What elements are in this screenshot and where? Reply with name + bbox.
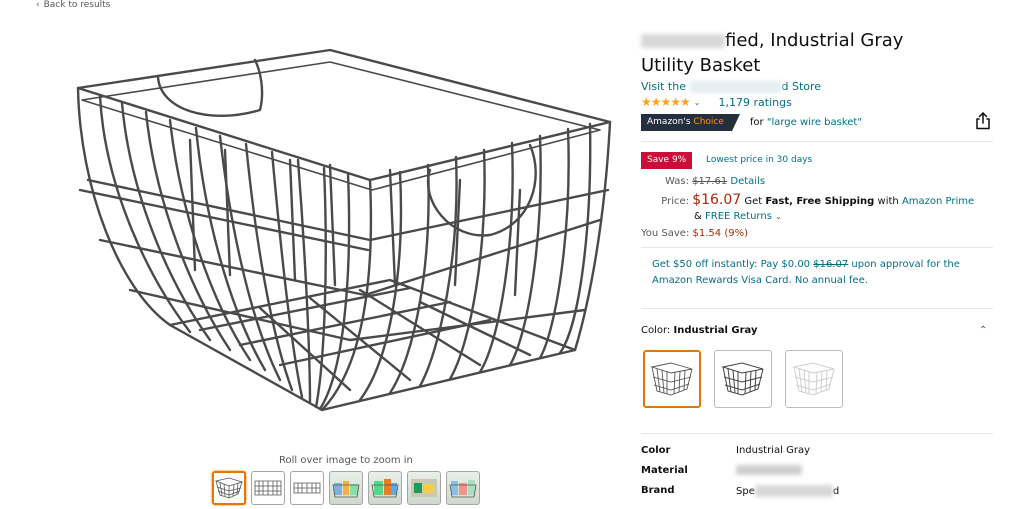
choice-for-label: for — [749, 117, 764, 128]
rating-row: ★★★★★ ⌄ 1,179 ratings — [641, 95, 792, 109]
chevron-down-icon[interactable]: ⌄ — [775, 212, 782, 221]
choice-badge-text: Amazon's — [647, 117, 691, 127]
spec-value: Spe d — [736, 485, 840, 497]
thumbnail-6[interactable] — [407, 471, 441, 505]
chevron-up-icon[interactable]: ⌃ — [979, 325, 987, 336]
ratings-count-link[interactable]: 1,179 ratings — [719, 96, 792, 109]
divider — [641, 433, 993, 434]
product-title-line2: Utility Basket — [641, 55, 761, 76]
store-link-suffix: d Store — [781, 80, 822, 93]
redacted-text — [641, 34, 725, 48]
shipping-pre: Get — [744, 196, 763, 207]
redacted-text — [689, 81, 782, 93]
color-selector-label: Color: Industrial Gray — [641, 325, 757, 336]
shipping-bold: Fast, Free Shipping — [765, 196, 875, 207]
swatch-option-3[interactable] — [785, 350, 843, 408]
divider — [641, 141, 993, 142]
redacted-text — [736, 465, 802, 475]
spec-value: Industrial Gray — [736, 445, 810, 456]
product-title: fied, Industrial Gray Utility Basket — [641, 28, 981, 78]
selected-color: Industrial Gray — [673, 325, 758, 336]
price-label: Price: — [661, 196, 689, 207]
choice-keyword-text: for "large wire basket" — [750, 117, 862, 128]
thumbnail-2[interactable] — [251, 471, 285, 505]
returns-amp: & — [694, 211, 702, 222]
choice-badge-highlight: Choice — [693, 117, 724, 127]
lowest-price-text: Lowest price in 30 days — [706, 155, 813, 165]
thumbnail-7[interactable] — [446, 471, 480, 505]
choice-keyword-link[interactable]: "large wire basket" — [767, 117, 862, 128]
details-link[interactable]: Details — [730, 176, 765, 187]
thumbnail-1[interactable] — [212, 471, 246, 505]
divider — [641, 308, 993, 309]
visa-promo[interactable]: Get $50 off instantly: Pay $0.00 $16.07 … — [652, 257, 982, 289]
free-returns-link[interactable]: FREE Returns — [705, 211, 772, 222]
zoom-hint: Roll over image to zoom in — [279, 455, 413, 466]
back-to-results-link[interactable]: ‹ Back to results — [36, 0, 110, 10]
spec-value — [736, 465, 802, 476]
promo-text-pre: Get $50 off instantly: Pay $0.00 — [652, 259, 811, 270]
thumbnail-5[interactable] — [368, 471, 402, 505]
you-save-value: $1.54 (9%) — [692, 228, 749, 239]
brand-visible: Spe — [736, 486, 755, 497]
redacted-text — [754, 485, 833, 497]
thumbnail-4[interactable] — [329, 471, 363, 505]
amazons-choice-badge[interactable]: Amazon's Choice — [641, 114, 740, 131]
product-title-line1: fied, Industrial Gray — [725, 30, 904, 51]
main-product-image[interactable] — [60, 40, 630, 440]
amazons-choice-row: Amazon's Choice for "large wire basket" — [641, 114, 862, 131]
save-badge: Save 9% — [641, 152, 693, 169]
back-to-results-label: Back to results — [43, 0, 111, 10]
was-label: Was: — [665, 176, 689, 187]
thumbnail-3[interactable] — [290, 471, 324, 505]
spec-key: Color — [641, 445, 671, 456]
spec-key: Brand — [641, 485, 675, 496]
divider — [641, 247, 993, 248]
promo-strike-price: $16.07 — [813, 259, 849, 270]
current-price: $16.07 — [692, 192, 742, 208]
thumbnail-strip — [212, 471, 480, 505]
color-swatches — [643, 350, 843, 408]
chevron-down-icon[interactable]: ⌄ — [694, 98, 701, 107]
star-rating-icon[interactable]: ★★★★★ — [641, 95, 691, 109]
swatch-industrial-gray[interactable] — [643, 350, 701, 408]
was-price: $17.61 — [692, 176, 728, 187]
share-icon[interactable] — [975, 112, 991, 130]
spec-key: Material — [641, 465, 688, 476]
store-link-prefix: Visit the — [641, 80, 686, 93]
shipping-with: with — [877, 196, 899, 207]
lowest-price-label: Lowest price in 30 days — [706, 155, 812, 165]
prime-link[interactable]: Amazon Prime — [902, 196, 974, 207]
swatch-option-2[interactable] — [714, 350, 772, 408]
you-save-label: You Save: — [641, 228, 690, 239]
store-link[interactable]: Visit the d Store — [641, 80, 821, 93]
chevron-left-icon: ‹ — [36, 0, 40, 10]
color-label: Color: — [641, 325, 671, 336]
